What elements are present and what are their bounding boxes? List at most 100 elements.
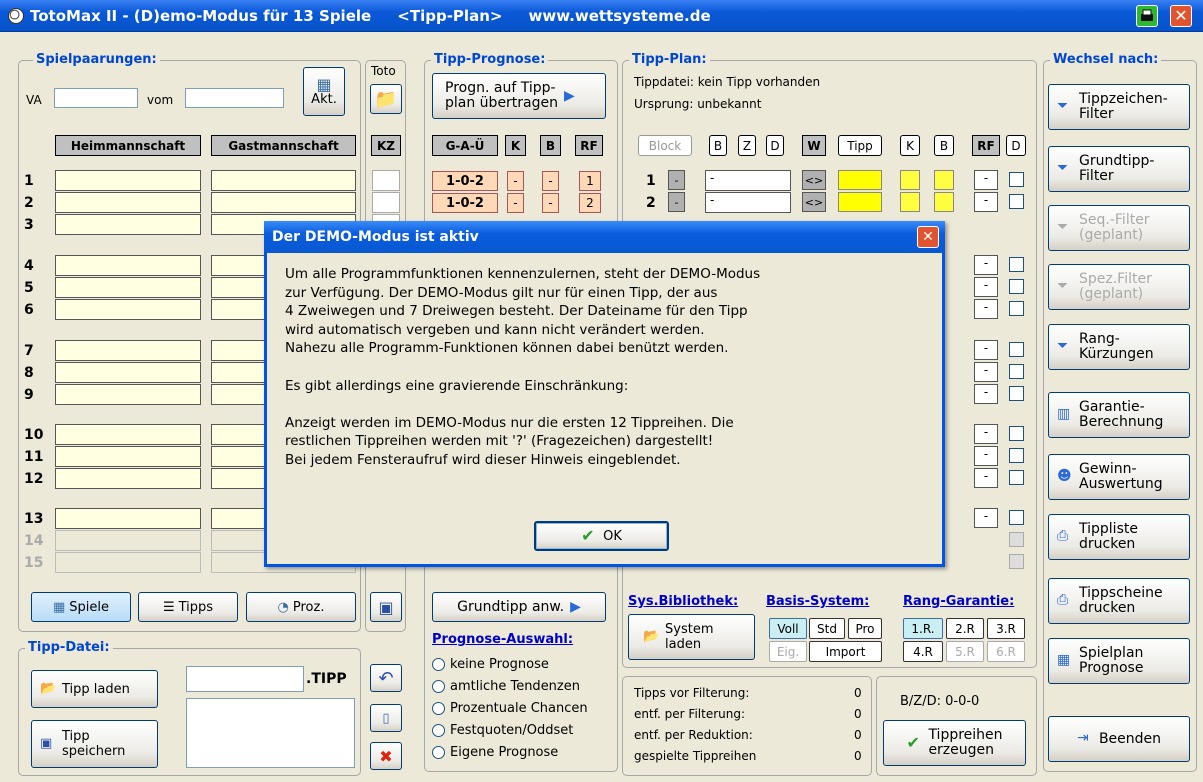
bzd-cell[interactable]: - — [705, 170, 791, 191]
kz-input[interactable] — [372, 192, 400, 213]
prognose-radio[interactable] — [432, 680, 445, 693]
d-checkbox[interactable] — [1009, 301, 1024, 316]
basis-pro-button[interactable]: Pro — [848, 618, 882, 639]
basis-voll-button[interactable]: Voll — [769, 618, 807, 639]
delete-button[interactable]: ✖ — [370, 742, 402, 770]
tipp-header[interactable]: Tipp — [838, 135, 882, 156]
rf-cell[interactable]: - — [974, 424, 998, 444]
heim-input[interactable] — [55, 192, 201, 213]
heim-input[interactable] — [55, 384, 201, 405]
rang-2-button[interactable]: 2.R — [946, 618, 984, 639]
wechsel-button[interactable]: ☻ Gewinn- Auswertung — [1048, 454, 1190, 500]
rf-cell[interactable]: - — [974, 508, 998, 528]
ok-button[interactable]: ✔ OK — [534, 521, 669, 551]
close-icon[interactable]: ✕ — [1170, 5, 1192, 27]
undo-button[interactable]: ↶ — [370, 664, 402, 692]
dialog-close-icon[interactable]: ✕ — [917, 226, 939, 248]
basis-std-button[interactable]: Std — [809, 618, 845, 639]
spiele-button[interactable]: ▦ Spiele — [31, 592, 131, 622]
tipp-cell[interactable] — [838, 170, 882, 190]
toto-folder-button[interactable]: 📁 — [370, 84, 402, 114]
k-cell[interactable] — [900, 192, 920, 212]
wechsel-button[interactable]: ⎙ Tippliste drucken — [1048, 514, 1190, 560]
rf-cell[interactable]: - — [974, 170, 998, 190]
rf-cell[interactable]: - — [974, 446, 998, 466]
heim-input[interactable] — [55, 446, 201, 467]
filename-input[interactable] — [186, 666, 304, 692]
wechsel-button[interactable]: ⎙ Tippscheine drucken — [1048, 578, 1190, 624]
k-header[interactable]: K — [900, 135, 920, 156]
bzd-cell[interactable]: - — [705, 192, 791, 213]
tippreihen-erzeugen-button[interactable]: ✔ Tippreihen erzeugen — [883, 720, 1026, 766]
tipp-cell[interactable] — [838, 192, 882, 212]
heim-input[interactable] — [55, 468, 201, 489]
rang-1-button[interactable]: 1.R. — [903, 618, 943, 639]
prognose-radio[interactable] — [432, 724, 445, 737]
rf-cell[interactable]: - — [974, 299, 998, 319]
d-checkbox[interactable] — [1009, 364, 1024, 379]
heim-input[interactable] — [55, 508, 201, 529]
b-cell[interactable] — [934, 192, 954, 212]
system-laden-button[interactable]: 📂 System laden — [628, 614, 755, 660]
d-checkbox[interactable] — [1009, 448, 1024, 463]
new-file-button[interactable]: ▯ — [370, 704, 402, 732]
heim-input[interactable] — [55, 170, 201, 191]
beenden-button[interactable]: ⇥ Beenden — [1048, 716, 1190, 762]
d-checkbox[interactable] — [1009, 470, 1024, 485]
rf-cell[interactable]: - — [974, 384, 998, 404]
heim-input[interactable] — [55, 277, 201, 298]
heim-input[interactable] — [55, 214, 201, 235]
d-checkbox[interactable] — [1009, 172, 1024, 187]
d-checkbox[interactable] — [1009, 386, 1024, 401]
vom-input[interactable] — [185, 88, 284, 108]
b-header[interactable]: B — [709, 135, 727, 156]
d-header[interactable]: D — [766, 135, 784, 156]
d-checkbox[interactable] — [1009, 426, 1024, 441]
k-cell[interactable] — [900, 170, 920, 190]
block-header[interactable]: Block — [638, 135, 692, 156]
wechsel-button[interactable]: ⏷ Grundtipp- Filter — [1048, 146, 1190, 192]
d-checkbox[interactable] — [1009, 257, 1024, 272]
rf-cell[interactable]: - — [974, 277, 998, 297]
wechsel-button[interactable]: ⏷ Tippzeichen- Filter — [1048, 84, 1190, 130]
heim-input[interactable] — [55, 362, 201, 383]
heim-input[interactable] — [55, 255, 201, 276]
proz-button[interactable]: ◔ Proz. — [246, 592, 356, 622]
b-header[interactable]: B — [934, 135, 954, 156]
rf-cell[interactable]: - — [974, 255, 998, 275]
b-cell[interactable] — [934, 170, 954, 190]
rf-cell[interactable]: - — [974, 192, 998, 212]
d-checkbox[interactable] — [1009, 279, 1024, 294]
rf-cell[interactable]: - — [974, 468, 998, 488]
import-button[interactable]: Import — [809, 641, 882, 662]
heim-input[interactable] — [55, 424, 201, 445]
rf-cell[interactable]: - — [974, 340, 998, 360]
d-checkbox[interactable] — [1009, 194, 1024, 209]
wechsel-button[interactable]: ▦ Spielplan Prognose — [1048, 638, 1190, 684]
rang-4-button[interactable]: 4.R — [903, 641, 943, 662]
grundtipp-anw-button[interactable]: Grundtipp anw. ▶ — [432, 592, 606, 622]
kz-input[interactable] — [372, 170, 400, 191]
rang-3-button[interactable]: 3.R — [987, 618, 1025, 639]
z-header[interactable]: Z — [738, 135, 756, 156]
tipps-button[interactable]: ☰ Tipps — [138, 592, 238, 622]
uebertragen-button[interactable]: Progn. auf Tipp- plan übertragen ▶ — [432, 73, 606, 119]
prognose-radio[interactable] — [432, 658, 445, 671]
wechsel-button[interactable]: ▥ Garantie- Berechnung — [1048, 392, 1190, 438]
tipp-laden-button[interactable]: 📂 Tipp laden — [31, 670, 158, 708]
save-button[interactable]: ▣ — [370, 592, 402, 622]
akt-button[interactable]: ▦ Akt. — [303, 67, 345, 116]
d-checkbox[interactable] — [1009, 342, 1024, 357]
d-checkbox[interactable] — [1009, 510, 1024, 525]
wechsel-button[interactable]: ⏷ Rang- Kürzungen — [1048, 324, 1190, 370]
d-header[interactable]: D — [1006, 135, 1026, 156]
heim-input[interactable] — [55, 299, 201, 320]
prognose-radio[interactable] — [432, 702, 445, 715]
gast-input[interactable] — [211, 170, 356, 191]
gast-input[interactable] — [211, 192, 356, 213]
tipp-speichern-button[interactable]: ▣ Tipp speichern — [31, 720, 158, 768]
prognose-radio[interactable] — [432, 746, 445, 759]
heim-input[interactable] — [55, 340, 201, 361]
va-input[interactable] — [54, 88, 138, 108]
rf-cell[interactable]: - — [974, 362, 998, 382]
